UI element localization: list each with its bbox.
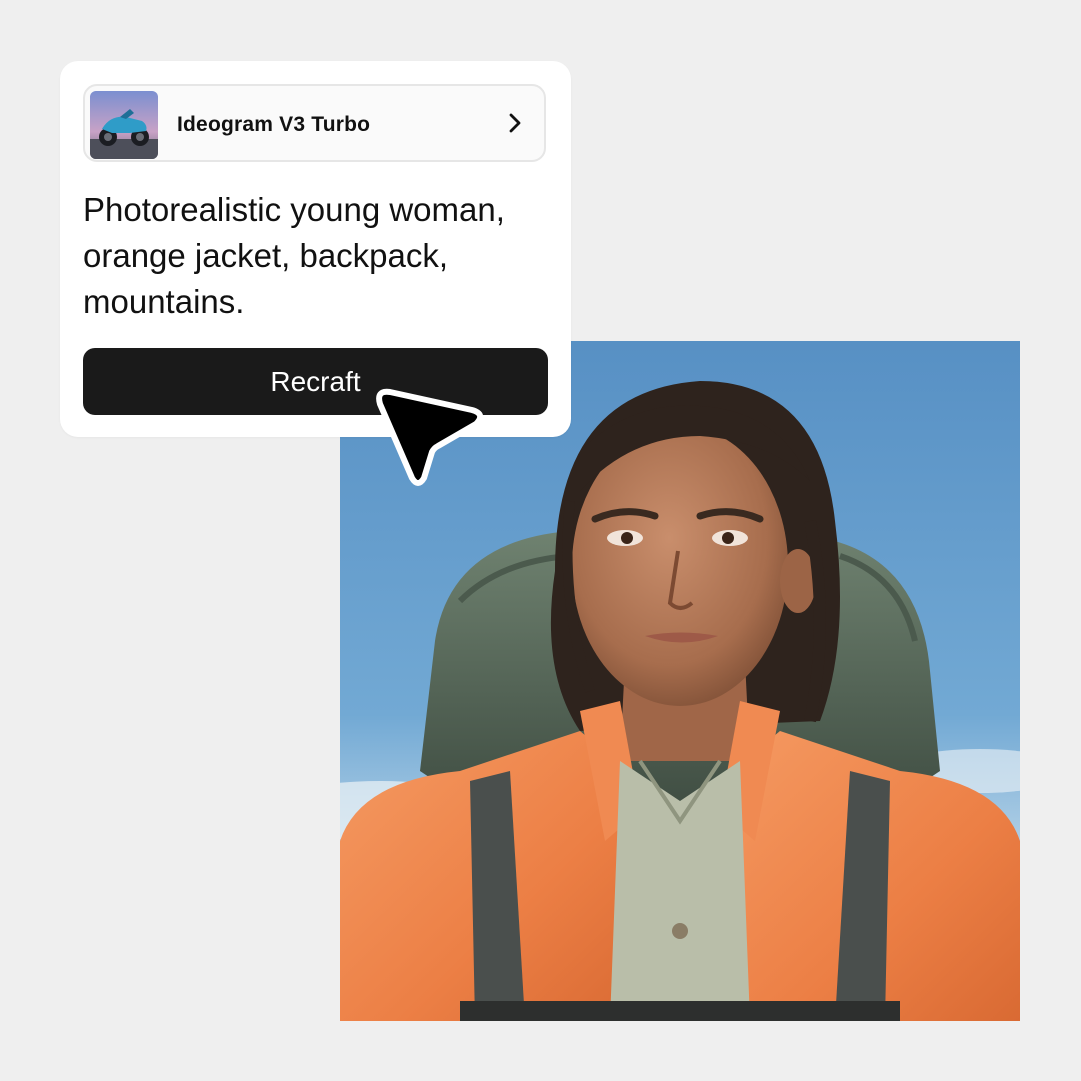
model-name: Ideogram V3 Turbo bbox=[177, 113, 371, 136]
recraft-button[interactable]: Recraft bbox=[83, 348, 548, 415]
motorcycle-thumbnail bbox=[90, 91, 158, 159]
model-selector[interactable]: Ideogram V3 Turbo bbox=[83, 84, 546, 162]
chevron-right-icon bbox=[504, 112, 526, 134]
generated-image bbox=[340, 341, 1020, 1021]
prompt-text[interactable]: Photorealistic young woman, orange jacke… bbox=[83, 187, 553, 325]
prompt-card: Ideogram V3 Turbo Photorealistic young w… bbox=[60, 61, 571, 437]
